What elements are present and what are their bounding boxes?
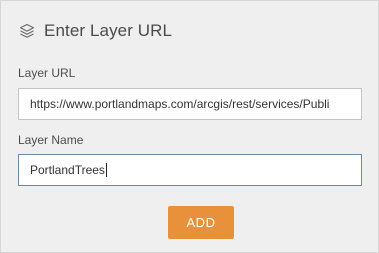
text-cursor bbox=[105, 163, 107, 177]
panel-title: Enter Layer URL bbox=[44, 21, 173, 40]
add-button[interactable]: ADD bbox=[168, 206, 234, 239]
enter-layer-url-panel: Enter Layer URL Layer URL https://www.po… bbox=[0, 0, 379, 253]
layer-url-input[interactable]: https://www.portlandmaps.com/arcgis/rest… bbox=[18, 88, 362, 120]
layer-url-value: https://www.portlandmaps.com/arcgis/rest… bbox=[30, 97, 330, 111]
layer-name-label: Layer Name bbox=[18, 133, 84, 147]
layers-icon bbox=[18, 22, 36, 40]
layer-name-value: PortlandTrees bbox=[30, 163, 105, 177]
layer-url-label: Layer URL bbox=[18, 66, 76, 80]
panel-header: Enter Layer URL bbox=[18, 18, 172, 44]
layer-name-input[interactable]: PortlandTrees bbox=[18, 154, 362, 186]
